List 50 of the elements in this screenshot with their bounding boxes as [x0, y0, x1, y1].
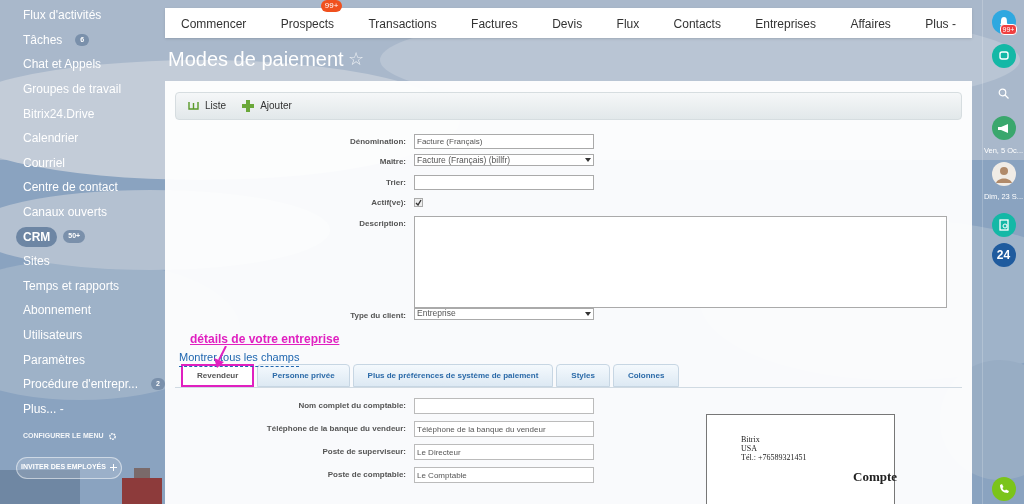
- page-title: Modes de paiement: [168, 47, 344, 73]
- book-icon: [188, 101, 199, 110]
- field-label: Description:: [358, 217, 406, 230]
- tab[interactable]: Revendeur: [181, 364, 255, 387]
- field-label: Dénomination:: [349, 135, 406, 148]
- text-field[interactable]: Téléphone de la banque du vendeur: [414, 421, 594, 437]
- nav-link[interactable]: Plus -: [925, 17, 956, 32]
- annotation-text: détails de votre entreprise: [190, 331, 340, 348]
- nav-link[interactable]: Flux: [616, 17, 640, 32]
- caret-icon: [585, 311, 591, 316]
- preview-text: USA: [741, 444, 758, 453]
- count-badge: 99+: [320, 0, 343, 13]
- field-label: Poste de superviseur:: [321, 446, 406, 458]
- text-area[interactable]: [414, 215, 947, 308]
- field-label: Trier:: [385, 176, 406, 189]
- plus-icon: [242, 99, 255, 112]
- nav-link[interactable]: Entreprises: [755, 17, 817, 32]
- field-label: Actif(ve):: [370, 197, 406, 209]
- nav-link[interactable]: Affaires: [850, 17, 891, 32]
- search-icon[interactable]: [998, 88, 1009, 99]
- preview-text: Tél.: +76589321451: [741, 453, 808, 462]
- checkbox[interactable]: [414, 198, 423, 207]
- nav-link[interactable]: Commencer: [181, 17, 247, 32]
- nav-link[interactable]: Contacts: [673, 17, 721, 32]
- field-label: Maître:: [378, 156, 406, 168]
- tab[interactable]: Personne privée: [257, 364, 350, 387]
- field-label: Type du client:: [349, 309, 406, 322]
- nav-link[interactable]: Factures: [471, 17, 518, 32]
- text-field[interactable]: Le Comptable: [414, 467, 594, 483]
- text-field[interactable]: Facture (Français): [414, 133, 594, 149]
- text-field[interactable]: Le Directeur: [414, 444, 594, 460]
- list-button[interactable]: Liste: [188, 98, 227, 113]
- field-label: Téléphone de la banque du vendeur:: [265, 423, 406, 435]
- caret-icon: [585, 158, 591, 162]
- tab[interactable]: Colonnes: [612, 364, 680, 387]
- nav-link[interactable]: Prospects: [280, 17, 335, 32]
- avatar-icon[interactable]: [991, 162, 1016, 187]
- nav-link[interactable]: Transactions: [368, 17, 437, 32]
- plus-icon: [109, 464, 117, 472]
- tab[interactable]: Styles: [556, 364, 610, 387]
- nav-link[interactable]: Devis: [552, 17, 583, 32]
- add-button[interactable]: Ajouter: [242, 98, 292, 113]
- dropdown[interactable]: Facture (Français) (billfr): [414, 154, 594, 166]
- field-label: Poste de comptable:: [326, 469, 406, 481]
- field-label: Nom complet du comptable:: [297, 400, 406, 412]
- text-field[interactable]: [414, 398, 594, 414]
- preview-text: Bitrix: [741, 435, 761, 444]
- tab[interactable]: Plus de préférences de système de paiement: [352, 364, 554, 387]
- text-field[interactable]: [414, 174, 594, 190]
- gear-icon[interactable]: [107, 431, 117, 441]
